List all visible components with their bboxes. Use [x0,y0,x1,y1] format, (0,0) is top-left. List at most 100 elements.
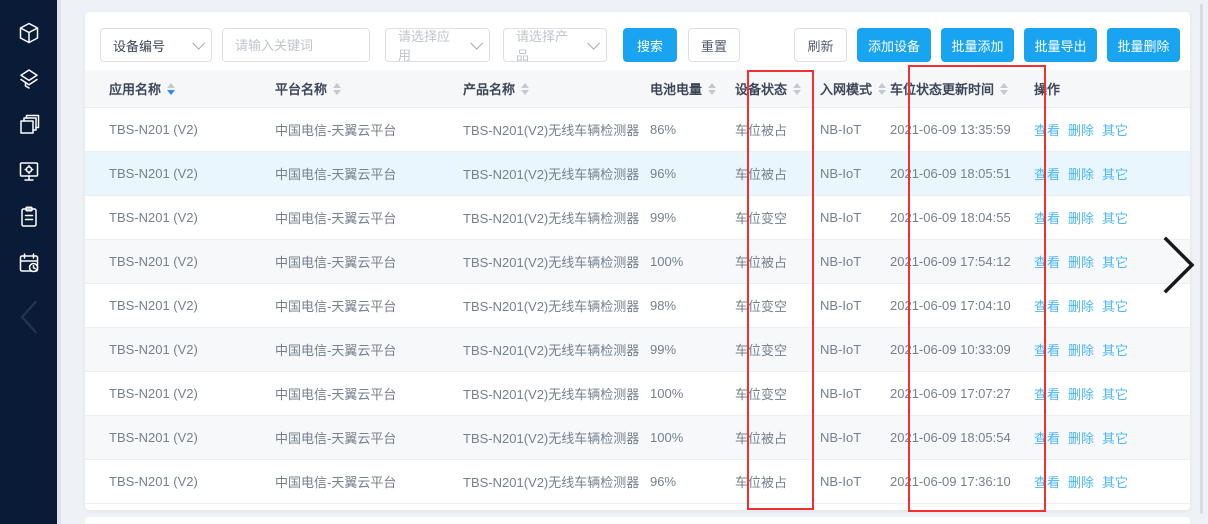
cell-network-mode: NB-IoT [820,166,890,181]
other-link[interactable]: 其它 [1102,343,1128,358]
monitor-gear-icon[interactable] [16,158,42,184]
calendar-clock-icon[interactable] [16,250,42,276]
delete-link[interactable]: 删除 [1068,343,1094,358]
reset-button[interactable]: 重置 [688,28,740,62]
cell-network-mode: NB-IoT [820,298,890,313]
cell-app-name: TBS-N201 (V2) [85,342,275,357]
other-link[interactable]: 其它 [1102,387,1128,402]
cell-platform-name: 中国电信-天翼云平台 [275,340,463,359]
col-header-actions: 操作 [1034,79,1190,98]
cell-product-name: TBS-N201(V2)无线车辆检测器 [463,428,650,447]
chevron-down-icon [587,37,600,50]
cell-app-name: TBS-N201 (V2) [85,210,275,225]
chevron-down-icon [192,37,205,50]
vertical-scrollbar[interactable] [1200,4,1203,514]
other-link[interactable]: 其它 [1102,123,1128,138]
cell-product-name: TBS-N201(V2)无线车辆检测器 [463,164,650,183]
batch-export-button[interactable]: 批量导出 [1024,28,1097,62]
cell-actions: 查看删除其它 [1034,120,1190,139]
cell-actions: 查看删除其它 [1034,340,1190,359]
cell-app-name: TBS-N201 (V2) [85,386,275,401]
cell-platform-name: 中国电信-天翼云平台 [275,472,463,491]
col-header-app-name[interactable]: 应用名称 [85,79,275,98]
cell-app-name: TBS-N201 (V2) [85,474,275,489]
cell-app-name: TBS-N201 (V2) [85,430,275,445]
search-button[interactable]: 搜索 [623,28,677,62]
sort-icon[interactable] [708,83,716,95]
sort-icon[interactable] [521,83,529,95]
cell-network-mode: NB-IoT [820,254,890,269]
cell-actions: 查看删除其它 [1034,384,1190,403]
cell-app-name: TBS-N201 (V2) [85,254,275,269]
cell-product-name: TBS-N201(V2)无线车辆检测器 [463,208,650,227]
cell-actions: 查看删除其它 [1034,296,1190,315]
search-field-select-value: 设备编号 [113,36,165,55]
product-select[interactable]: 请选择产品 [503,28,607,62]
sort-icon[interactable] [333,83,341,95]
layers-icon[interactable] [16,66,42,92]
batch-delete-button[interactable]: 批量删除 [1107,28,1180,62]
sort-icon[interactable] [167,83,175,95]
delete-link[interactable]: 删除 [1068,167,1094,182]
cell-battery: 100% [650,386,735,401]
sort-icon[interactable] [878,83,886,95]
delete-link[interactable]: 删除 [1068,123,1094,138]
chevron-down-icon [470,37,483,50]
delete-link[interactable]: 删除 [1068,387,1094,402]
cell-platform-name: 中国电信-天翼云平台 [275,120,463,139]
delete-link[interactable]: 删除 [1068,299,1094,314]
other-link[interactable]: 其它 [1102,431,1128,446]
cell-battery: 86% [650,122,735,137]
app-select[interactable]: 请选择应用 [385,28,490,62]
cell-actions: 查看删除其它 [1034,164,1190,183]
cell-platform-name: 中国电信-天翼云平台 [275,164,463,183]
cell-actions: 查看删除其它 [1034,428,1190,447]
col-header-platform-name[interactable]: 平台名称 [275,79,463,98]
col-header-battery[interactable]: 电池电量 [650,79,735,98]
cube-icon[interactable] [16,20,42,46]
delete-link[interactable]: 删除 [1068,431,1094,446]
cell-battery: 99% [650,210,735,225]
refresh-button[interactable]: 刷新 [794,28,847,62]
other-link[interactable]: 其它 [1102,167,1128,182]
keyword-input[interactable] [235,38,357,53]
next-page-arrow-icon[interactable] [1152,233,1204,297]
sidebar-edge-divider [57,0,61,524]
cell-platform-name: 中国电信-天翼云平台 [275,208,463,227]
keyword-input-wrap [222,28,370,62]
cell-network-mode: NB-IoT [820,474,890,489]
cell-app-name: TBS-N201 (V2) [85,122,275,137]
cell-platform-name: 中国电信-天翼云平台 [275,428,463,447]
cell-product-name: TBS-N201(V2)无线车辆检测器 [463,296,650,315]
cell-network-mode: NB-IoT [820,430,890,445]
add-device-button[interactable]: 添加设备 [857,28,931,62]
cell-app-name: TBS-N201 (V2) [85,166,275,181]
sidebar [0,0,57,524]
copy-pages-icon[interactable] [16,112,42,138]
clipboard-icon[interactable] [16,204,42,230]
delete-link[interactable]: 删除 [1068,211,1094,226]
collapse-sidebar-icon[interactable] [16,304,42,330]
toolbar: 设备编号 请选择应用 请选择产品 搜索 重置 刷新 添加设备 批量添加 批量导出… [100,28,1180,62]
delete-link[interactable]: 删除 [1068,475,1094,490]
search-field-select[interactable]: 设备编号 [100,28,212,62]
other-link[interactable]: 其它 [1102,211,1128,226]
cell-network-mode: NB-IoT [820,386,890,401]
other-link[interactable]: 其它 [1102,299,1128,314]
annotation-box-update-time-column [908,65,1046,512]
pagination-bar [85,517,1190,524]
delete-link[interactable]: 删除 [1068,255,1094,270]
batch-add-button[interactable]: 批量添加 [941,28,1014,62]
cell-battery: 98% [650,298,735,313]
col-header-network-mode[interactable]: 入网模式 [820,79,890,98]
cell-product-name: TBS-N201(V2)无线车辆检测器 [463,120,650,139]
other-link[interactable]: 其它 [1102,255,1128,270]
cell-network-mode: NB-IoT [820,210,890,225]
cell-platform-name: 中国电信-天翼云平台 [275,384,463,403]
cell-battery: 96% [650,474,735,489]
col-header-product-name[interactable]: 产品名称 [463,79,650,98]
cell-battery: 96% [650,166,735,181]
cell-platform-name: 中国电信-天翼云平台 [275,252,463,271]
cell-product-name: TBS-N201(V2)无线车辆检测器 [463,472,650,491]
other-link[interactable]: 其它 [1102,475,1128,490]
